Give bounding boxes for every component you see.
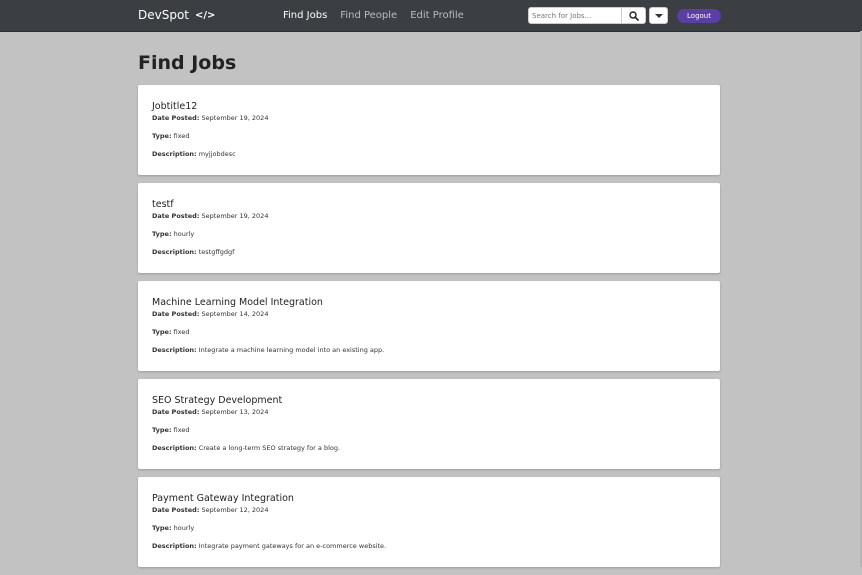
type-value: hourly xyxy=(173,230,195,238)
job-type: Type: fixed xyxy=(152,132,706,140)
job-list: Jobtitle12 Date Posted: September 19, 20… xyxy=(138,85,720,575)
date-label: Date Posted: xyxy=(152,506,200,514)
code-icon: </> xyxy=(195,9,216,21)
description-value: testgffgdgf xyxy=(198,248,235,256)
type-label: Type: xyxy=(152,132,172,140)
search-icon xyxy=(628,10,639,21)
brand-logo[interactable]: DevSpot </> xyxy=(138,8,215,22)
job-title[interactable]: SEO Strategy Development xyxy=(152,394,706,407)
description-value: Integrate payment gateways for an e-comm… xyxy=(198,542,387,550)
description-value: Integrate a machine learning model into … xyxy=(198,346,385,354)
job-date: Date Posted: September 13, 2024 xyxy=(152,408,706,416)
search-button[interactable] xyxy=(622,7,646,24)
search-filter-dropdown[interactable] xyxy=(649,7,668,24)
job-date: Date Posted: September 19, 2024 xyxy=(152,212,706,220)
type-value: fixed xyxy=(173,132,190,140)
job-card[interactable]: Machine Learning Model Integration Date … xyxy=(138,281,720,371)
job-description: Description: testgffgdgf xyxy=(152,248,706,256)
job-date: Date Posted: September 14, 2024 xyxy=(152,310,706,318)
nav-edit-profile[interactable]: Edit Profile xyxy=(410,10,464,21)
date-value: September 14, 2024 xyxy=(201,310,269,318)
type-value: hourly xyxy=(173,524,195,532)
type-value: fixed xyxy=(173,328,190,336)
chevron-down-icon xyxy=(654,13,663,18)
job-title[interactable]: Payment Gateway Integration xyxy=(152,492,706,505)
job-description: Description: Integrate a machine learnin… xyxy=(152,346,706,354)
job-title[interactable]: Machine Learning Model Integration xyxy=(152,296,706,309)
date-label: Date Posted: xyxy=(152,408,200,416)
description-label: Description: xyxy=(152,542,197,550)
job-card[interactable]: Jobtitle12 Date Posted: September 19, 20… xyxy=(138,85,720,175)
description-label: Description: xyxy=(152,346,197,354)
job-description: Description: Integrate payment gateways … xyxy=(152,542,706,550)
job-date: Date Posted: September 19, 2024 xyxy=(152,114,706,122)
job-title[interactable]: testf xyxy=(152,198,706,211)
job-description: Description: myjjobdesc xyxy=(152,150,706,158)
nav-find-people[interactable]: Find People xyxy=(340,10,397,21)
job-type: Type: hourly xyxy=(152,524,706,532)
job-card[interactable]: SEO Strategy Development Date Posted: Se… xyxy=(138,379,720,469)
job-type: Type: hourly xyxy=(152,230,706,238)
job-date: Date Posted: September 12, 2024 xyxy=(152,506,706,514)
date-value: September 12, 2024 xyxy=(201,506,269,514)
logout-button[interactable]: Logout xyxy=(677,9,721,23)
date-label: Date Posted: xyxy=(152,212,200,220)
date-value: September 13, 2024 xyxy=(201,408,269,416)
nav-find-jobs[interactable]: Find Jobs xyxy=(283,10,327,21)
date-label: Date Posted: xyxy=(152,114,200,122)
description-label: Description: xyxy=(152,150,197,158)
type-label: Type: xyxy=(152,524,172,532)
job-card[interactable]: Payment Gateway Integration Date Posted:… xyxy=(138,477,720,567)
job-type: Type: fixed xyxy=(152,426,706,434)
top-navbar: DevSpot </> Find Jobs Find People Edit P… xyxy=(0,0,862,32)
type-label: Type: xyxy=(152,230,172,238)
job-title[interactable]: Jobtitle12 xyxy=(152,100,706,113)
search-input[interactable] xyxy=(528,7,622,24)
job-type: Type: fixed xyxy=(152,328,706,336)
date-label: Date Posted: xyxy=(152,310,200,318)
search-group xyxy=(528,7,668,24)
page-title: Find Jobs xyxy=(138,52,237,74)
date-value: September 19, 2024 xyxy=(201,114,269,122)
description-label: Description: xyxy=(152,444,197,452)
job-description: Description: Create a long-term SEO stra… xyxy=(152,444,706,452)
type-value: fixed xyxy=(173,426,190,434)
nav-links: Find Jobs Find People Edit Profile xyxy=(283,10,464,21)
type-label: Type: xyxy=(152,426,172,434)
description-label: Description: xyxy=(152,248,197,256)
date-value: September 19, 2024 xyxy=(201,212,269,220)
type-label: Type: xyxy=(152,328,172,336)
job-card[interactable]: testf Date Posted: September 19, 2024 Ty… xyxy=(138,183,720,273)
description-value: Create a long-term SEO strategy for a bl… xyxy=(198,444,341,452)
description-value: myjjobdesc xyxy=(198,150,236,158)
brand-name: DevSpot xyxy=(138,8,190,22)
